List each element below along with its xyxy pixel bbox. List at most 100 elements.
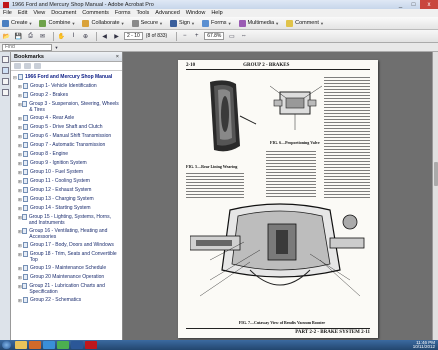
bookmark-list: ⊟ 1966 Ford and Mercury Shop Manual ⊞ Grou…	[11, 71, 122, 304]
bookmark-icon	[21, 214, 27, 220]
bookmark-item[interactable]: ⊞ Group 2 - Brakes	[13, 92, 120, 99]
bookmark-item[interactable]: ⊞ Group 10 - Fuel System	[13, 169, 120, 176]
pages-icon[interactable]	[2, 56, 9, 63]
chevron-down-icon: ▼	[191, 20, 195, 26]
bookmark-item[interactable]: ⊞ Group 1- Vehicle Identification	[13, 83, 120, 90]
bookmarks-toolbar	[11, 62, 122, 71]
bookmark-icon	[23, 297, 28, 303]
taskbar: 11:46 PM 10/11/2012	[0, 340, 438, 350]
menu-view[interactable]: View	[33, 10, 45, 16]
sign-button[interactable]: Sign ▼	[169, 19, 195, 27]
email-icon[interactable]: ✉	[38, 32, 47, 41]
chevron-down-icon[interactable]: ▼	[52, 43, 61, 52]
secure-button[interactable]: Secure ▼	[131, 19, 163, 27]
zoom-in-icon[interactable]: +	[192, 32, 201, 41]
open-icon[interactable]: 📂	[2, 32, 11, 41]
bookmark-item[interactable]: ⊞ Group 13 - Charging System	[13, 196, 120, 203]
chrome-taskbar-icon[interactable]	[57, 341, 69, 349]
hand-tool-icon[interactable]: ✋	[57, 32, 66, 41]
bookmark-item[interactable]: ⊞ Group 11 - Cooling System	[13, 178, 120, 185]
acrobat-taskbar-icon[interactable]	[85, 341, 97, 349]
zoom-field[interactable]: 67.8%	[204, 32, 225, 40]
bookmark-icon	[23, 196, 28, 202]
menu-tools[interactable]: Tools	[136, 10, 149, 16]
menu-forms[interactable]: Forms	[115, 10, 131, 16]
vertical-scrollbar[interactable]	[432, 52, 438, 340]
word-taskbar-icon[interactable]	[71, 341, 83, 349]
chevron-down-icon: ▼	[227, 20, 232, 26]
bookmark-item[interactable]: ⊟ 1966 Ford and Mercury Shop Manual	[13, 74, 120, 81]
divider	[96, 31, 97, 41]
chevron-down-icon: ▼	[28, 20, 33, 26]
close-icon[interactable]: ×	[116, 54, 119, 60]
print-icon[interactable]: ⎙	[26, 32, 35, 41]
bookmarks-icon[interactable]	[2, 67, 9, 74]
menu-advanced[interactable]: Advanced	[155, 10, 179, 16]
menu-help[interactable]: Help	[211, 10, 222, 16]
page-number-field[interactable]: 2 - 10	[124, 32, 143, 40]
document-viewer[interactable]: 2-10 GROUP 2 - BRAKES FIG. 5—Rear Lining…	[123, 52, 438, 340]
bookmark-item[interactable]: ⊞ Group 9 - Ignition System	[13, 160, 120, 167]
media-taskbar-icon[interactable]	[29, 341, 41, 349]
bookmark-item[interactable]: ⊞ Group 22 - Schematics	[13, 297, 120, 304]
minimize-button[interactable]: _	[394, 0, 407, 9]
divider	[176, 31, 178, 41]
bookmark-item[interactable]: ⊞ Group 18 - Trim, Seats and Convertible …	[13, 251, 120, 263]
start-button[interactable]	[2, 341, 11, 349]
multimedia-button[interactable]: Multimedia ▼	[238, 19, 279, 27]
forms-button[interactable]: Forms ▼	[201, 19, 232, 27]
menu-edit[interactable]: Edit	[18, 10, 27, 16]
scrollbar-thumb[interactable]	[434, 162, 438, 186]
bookmark-item[interactable]: ⊞ Group 8 - Engine	[13, 151, 120, 158]
bookmark-icon	[23, 205, 28, 211]
attachments-icon[interactable]	[2, 78, 9, 85]
navigation-toolbar: 📂 💾 ⎙ ✉ ✋ I ⊕ ◀ ▶ 2 - 10 (8 of 833) − + …	[0, 30, 438, 43]
menu-window[interactable]: Window	[186, 10, 206, 16]
save-icon[interactable]: 💾	[14, 32, 23, 41]
bookmark-item[interactable]: ⊞ Group 3 - Suspension, Steering, Wheels …	[13, 101, 120, 113]
bookmark-item[interactable]: ⊞ Group 21 - Lubrication Charts and Speci…	[13, 283, 120, 295]
create-button[interactable]: Create ▼	[2, 19, 33, 27]
divider	[53, 31, 54, 41]
bookmark-item[interactable]: ⊞ Group 7 - Automatic Transmission	[13, 142, 120, 149]
bookmark-item[interactable]: ⊞ Group 5 - Drive Shaft and Clutch	[13, 124, 120, 131]
previous-page-icon[interactable]: ◀	[100, 32, 109, 41]
bookmark-icon	[23, 274, 28, 280]
menu-comments[interactable]: Comments	[82, 10, 109, 16]
bookmark-item[interactable]: ⊞ Group 6 - Manual Shift Transmission	[13, 133, 120, 140]
bookmark-item[interactable]: ⊞ Group 17 - Body, Doors and Windows	[13, 242, 120, 249]
bookmark-item[interactable]: ⊞ Group 15 - Lighting, Systems, Horns, an…	[13, 214, 120, 226]
menu-file[interactable]: File	[3, 10, 12, 16]
bookmark-item[interactable]: ⊞ Group 12 - Exhaust System	[13, 187, 120, 194]
zoom-tool-icon[interactable]: ⊕	[81, 32, 90, 41]
bookmark-icon	[22, 283, 28, 289]
fit-width-icon[interactable]: ⇔	[239, 32, 248, 41]
fit-page-icon[interactable]: ▭	[227, 32, 236, 41]
system-tray: 11:46 PM 10/11/2012	[413, 340, 438, 350]
maximize-button[interactable]: □	[407, 0, 420, 9]
menu-document[interactable]: Document	[51, 10, 76, 16]
select-tool-icon[interactable]: I	[69, 32, 78, 41]
next-page-icon[interactable]: ▶	[112, 32, 121, 41]
bookmark-item[interactable]: ⊞ Group 14 - Starting System	[13, 205, 120, 212]
bookmark-item[interactable]: ⊞ Group 4 - Rear Axle	[13, 115, 120, 122]
close-button[interactable]: x	[420, 0, 438, 9]
bookmark-item[interactable]: ⊞ Group 19 - Maintenance Schedule	[13, 265, 120, 272]
explorer-taskbar-icon[interactable]	[15, 341, 27, 349]
bookmark-icon	[23, 242, 28, 248]
collaborate-button[interactable]: Collaborate ▼	[82, 19, 125, 27]
new-bookmark-icon[interactable]	[34, 63, 41, 69]
bookmark-icon	[23, 169, 28, 175]
zoom-out-icon[interactable]: −	[180, 32, 189, 41]
delete-bookmark-icon[interactable]	[24, 63, 31, 69]
title-bar: 1966 Ford and Mercury Shop Manual - Adob…	[0, 0, 438, 9]
bookmarks-header: Bookmarks ×	[11, 52, 122, 62]
bookmark-item[interactable]: ⊞ Group 16 - Ventilating, Heating and Acc…	[13, 228, 120, 240]
bookmark-options-icon[interactable]	[14, 63, 21, 69]
browser-taskbar-icon[interactable]	[43, 341, 55, 349]
bookmark-item[interactable]: ⊞ Group 20 Maintenance Operation	[13, 274, 120, 281]
signatures-icon[interactable]	[2, 89, 9, 96]
combine-button[interactable]: Combine ▼	[39, 19, 75, 27]
find-input[interactable]: Find	[2, 43, 52, 51]
comment-button[interactable]: Comment ▼	[286, 19, 324, 27]
